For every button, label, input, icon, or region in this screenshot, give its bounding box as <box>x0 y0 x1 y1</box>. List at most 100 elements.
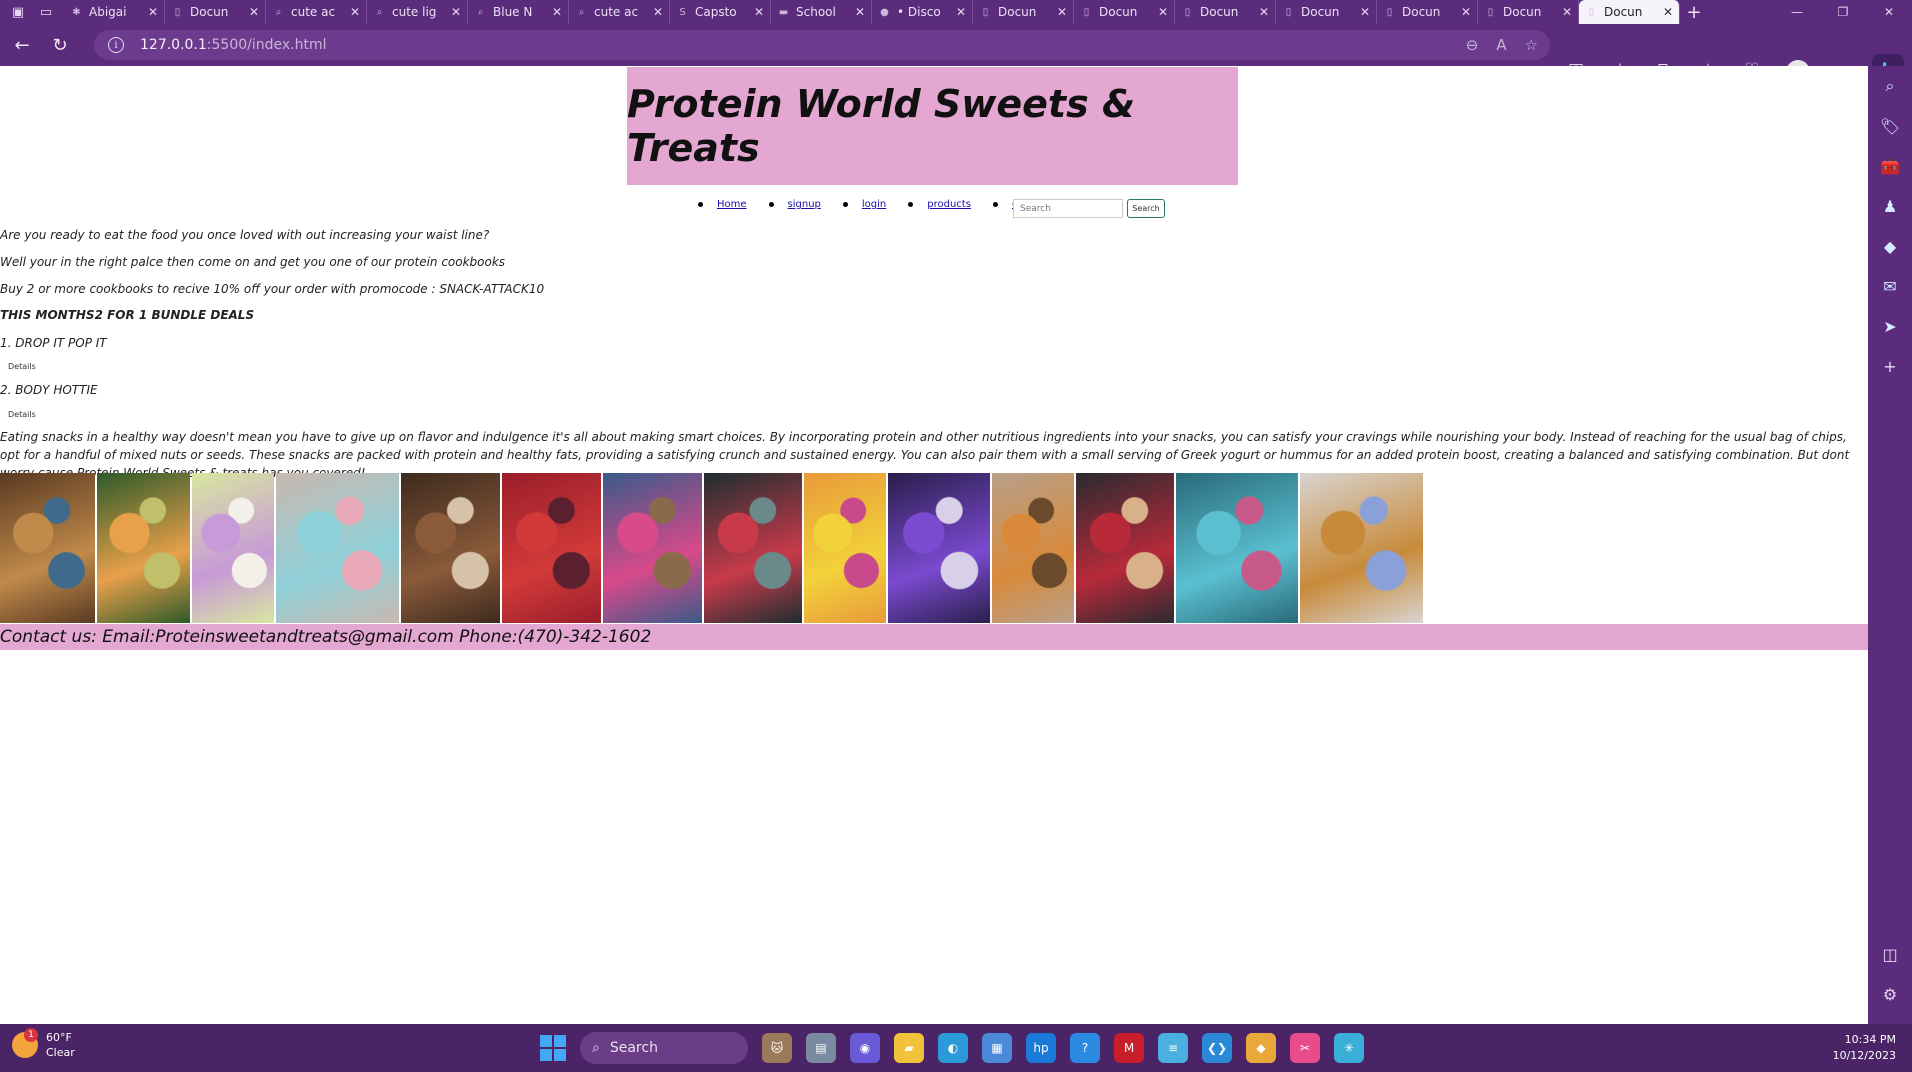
refresh-button[interactable]: ↻ <box>44 29 76 61</box>
pancakes-photo <box>401 473 500 623</box>
snipping-tool-icon[interactable]: ✂ <box>1290 1033 1320 1063</box>
tab-close-icon[interactable]: ✕ <box>1562 5 1572 19</box>
clock-time: 10:34 PM <box>1844 1033 1896 1046</box>
tab-close-icon[interactable]: ✕ <box>855 5 865 19</box>
site-info-icon[interactable]: i <box>108 37 124 53</box>
cat-widget-icon[interactable]: 🐱 <box>762 1033 792 1063</box>
nav-link-signup[interactable]: signup <box>788 199 821 210</box>
task-view-icon[interactable]: ▤ <box>806 1033 836 1063</box>
nav-link-login[interactable]: login <box>862 199 886 210</box>
url-path: :5500/index.html <box>206 37 327 53</box>
tab-1[interactable]: ▯ Docun ✕ <box>165 0 266 24</box>
add-sidebar-item-icon[interactable]: + <box>1868 346 1912 386</box>
restore-button[interactable]: ❐ <box>1820 0 1866 24</box>
tab-label: cute ac <box>594 5 639 19</box>
tab-5[interactable]: ⌕ cute ac ✕ <box>569 0 670 24</box>
tab-2[interactable]: ⌕ cute ac ✕ <box>266 0 367 24</box>
start-button[interactable] <box>540 1035 566 1061</box>
sidebar-toggle-icon[interactable]: ◫ <box>1868 934 1912 974</box>
tab-13[interactable]: ▯ Docun ✕ <box>1377 0 1478 24</box>
app-icon[interactable]: ✳ <box>1334 1033 1364 1063</box>
edge-icon[interactable]: ◐ <box>938 1033 968 1063</box>
donuts-photo <box>603 473 702 623</box>
deal-2-details[interactable]: Details <box>8 410 36 419</box>
file-explorer-icon[interactable]: ▰ <box>894 1033 924 1063</box>
tab-7[interactable]: ▬ School ✕ <box>771 0 872 24</box>
berry-bowl-photo <box>1076 473 1174 623</box>
tab-10[interactable]: ▯ Docun ✕ <box>1074 0 1175 24</box>
store-icon[interactable]: ▦ <box>982 1033 1012 1063</box>
tab-close-icon[interactable]: ✕ <box>1461 5 1471 19</box>
tab-3[interactable]: ⌕ cute lig ✕ <box>367 0 468 24</box>
page-viewport: Protein World Sweets & Treats Home signu… <box>0 66 1868 1024</box>
tab-15[interactable]: ▯ Docun ✕ <box>1579 0 1680 24</box>
tab-close-icon[interactable]: ✕ <box>249 5 259 19</box>
taskbar-apps: 🐱 ▤ ◉ ▰ ◐ ▦ hp? M ≡ ❮❯ ◆ ✂ ✳ <box>762 1033 1364 1063</box>
tab-close-icon[interactable]: ✕ <box>1360 5 1370 19</box>
tab-close-icon[interactable]: ✕ <box>653 5 663 19</box>
search-button[interactable]: Search <box>1127 199 1165 218</box>
contact-text: Contact us: Email:Proteinsweetandtreats@… <box>0 627 652 647</box>
tab-9[interactable]: ▯ Docun ✕ <box>973 0 1074 24</box>
search-input[interactable] <box>1013 199 1123 218</box>
tools-icon[interactable]: 🧰 <box>1868 146 1912 186</box>
address-bar[interactable]: i 127.0.0.1:5500/index.html ⊖ A ☆ <box>94 30 1550 60</box>
new-tab-button[interactable]: + <box>1680 0 1708 24</box>
minimize-button[interactable]: — <box>1774 0 1820 24</box>
tab-4[interactable]: ⌕ Blue N ✕ <box>468 0 569 24</box>
document-icon: ▯ <box>1285 6 1292 18</box>
shopping-tag-icon[interactable]: 🏷 <box>1868 106 1912 146</box>
tab-6[interactable]: S Capsto ✕ <box>670 0 771 24</box>
games-icon[interactable]: ♟ <box>1868 186 1912 226</box>
tab-11[interactable]: ▯ Docun ✕ <box>1175 0 1276 24</box>
tab-close-icon[interactable]: ✕ <box>1158 5 1168 19</box>
sidebar-search-icon[interactable]: ⌕ <box>1868 66 1912 106</box>
teams-icon[interactable]: ◉ <box>850 1033 880 1063</box>
tab-close-icon[interactable]: ✕ <box>451 5 461 19</box>
document-icon: ▯ <box>1588 6 1595 18</box>
vscode-icon[interactable]: ❮❯ <box>1202 1033 1232 1063</box>
zoom-out-icon[interactable]: ⊖ <box>1466 36 1479 54</box>
tab-close-icon[interactable]: ✕ <box>1663 5 1673 19</box>
sidebar-settings-icon[interactable]: ⚙ <box>1868 974 1912 1014</box>
hp-icon[interactable]: hp <box>1026 1033 1056 1063</box>
microsoft-365-icon[interactable]: ◆ <box>1868 226 1912 266</box>
tab-8[interactable]: ● • Disco ✕ <box>872 0 973 24</box>
tab-close-icon[interactable]: ✕ <box>1057 5 1067 19</box>
tab-label: cute lig <box>392 5 437 19</box>
tab-close-icon[interactable]: ✕ <box>350 5 360 19</box>
system-clock[interactable]: 10:34 PM 10/12/2023 <box>1833 1032 1896 1064</box>
tab-label: • Disco <box>897 5 941 19</box>
git-icon[interactable]: ◆ <box>1246 1033 1276 1063</box>
smoothie-cups-photo <box>1176 473 1298 623</box>
help-icon[interactable]: ? <box>1070 1033 1100 1063</box>
outlook-icon[interactable]: ✉ <box>1868 266 1912 306</box>
read-aloud-icon[interactable]: A <box>1496 36 1506 54</box>
weather-widget[interactable]: 1 60°F Clear <box>12 1028 75 1060</box>
nav-link-products[interactable]: products <box>927 199 971 210</box>
tab-close-icon[interactable]: ✕ <box>754 5 764 19</box>
nav-link-home[interactable]: Home <box>717 199 747 210</box>
tab-close-icon[interactable]: ✕ <box>956 5 966 19</box>
search-icon: ⌕ <box>275 6 282 18</box>
tab-0[interactable]: ✱ Abigai ✕ <box>64 0 165 24</box>
tab-close-icon[interactable]: ✕ <box>1259 5 1269 19</box>
notepad-icon[interactable]: ≡ <box>1158 1033 1188 1063</box>
tab-actions-icon[interactable]: ▭ <box>36 2 56 22</box>
deal-item-1: 1. DROP IT POP IT <box>0 336 107 350</box>
favorite-star-icon[interactable]: ☆ <box>1525 36 1538 54</box>
tab-14[interactable]: ▯ Docun ✕ <box>1478 0 1579 24</box>
deal-1-details[interactable]: Details <box>8 362 36 371</box>
tab-close-icon[interactable]: ✕ <box>552 5 562 19</box>
document-icon: ▯ <box>1386 6 1393 18</box>
mcafee-icon[interactable]: M <box>1114 1033 1144 1063</box>
taskbar-search[interactable]: ⌕ Search <box>580 1032 748 1064</box>
url-host: 127.0.0.1 <box>140 37 207 53</box>
back-button[interactable]: ← <box>6 29 38 61</box>
send-icon[interactable]: ➤ <box>1868 306 1912 346</box>
close-window-button[interactable]: ✕ <box>1866 0 1912 24</box>
tab-close-icon[interactable]: ✕ <box>148 5 158 19</box>
tab-12[interactable]: ▯ Docun ✕ <box>1276 0 1377 24</box>
smoothies-photo <box>192 473 274 623</box>
workspaces-icon[interactable]: ▣ <box>8 2 28 22</box>
